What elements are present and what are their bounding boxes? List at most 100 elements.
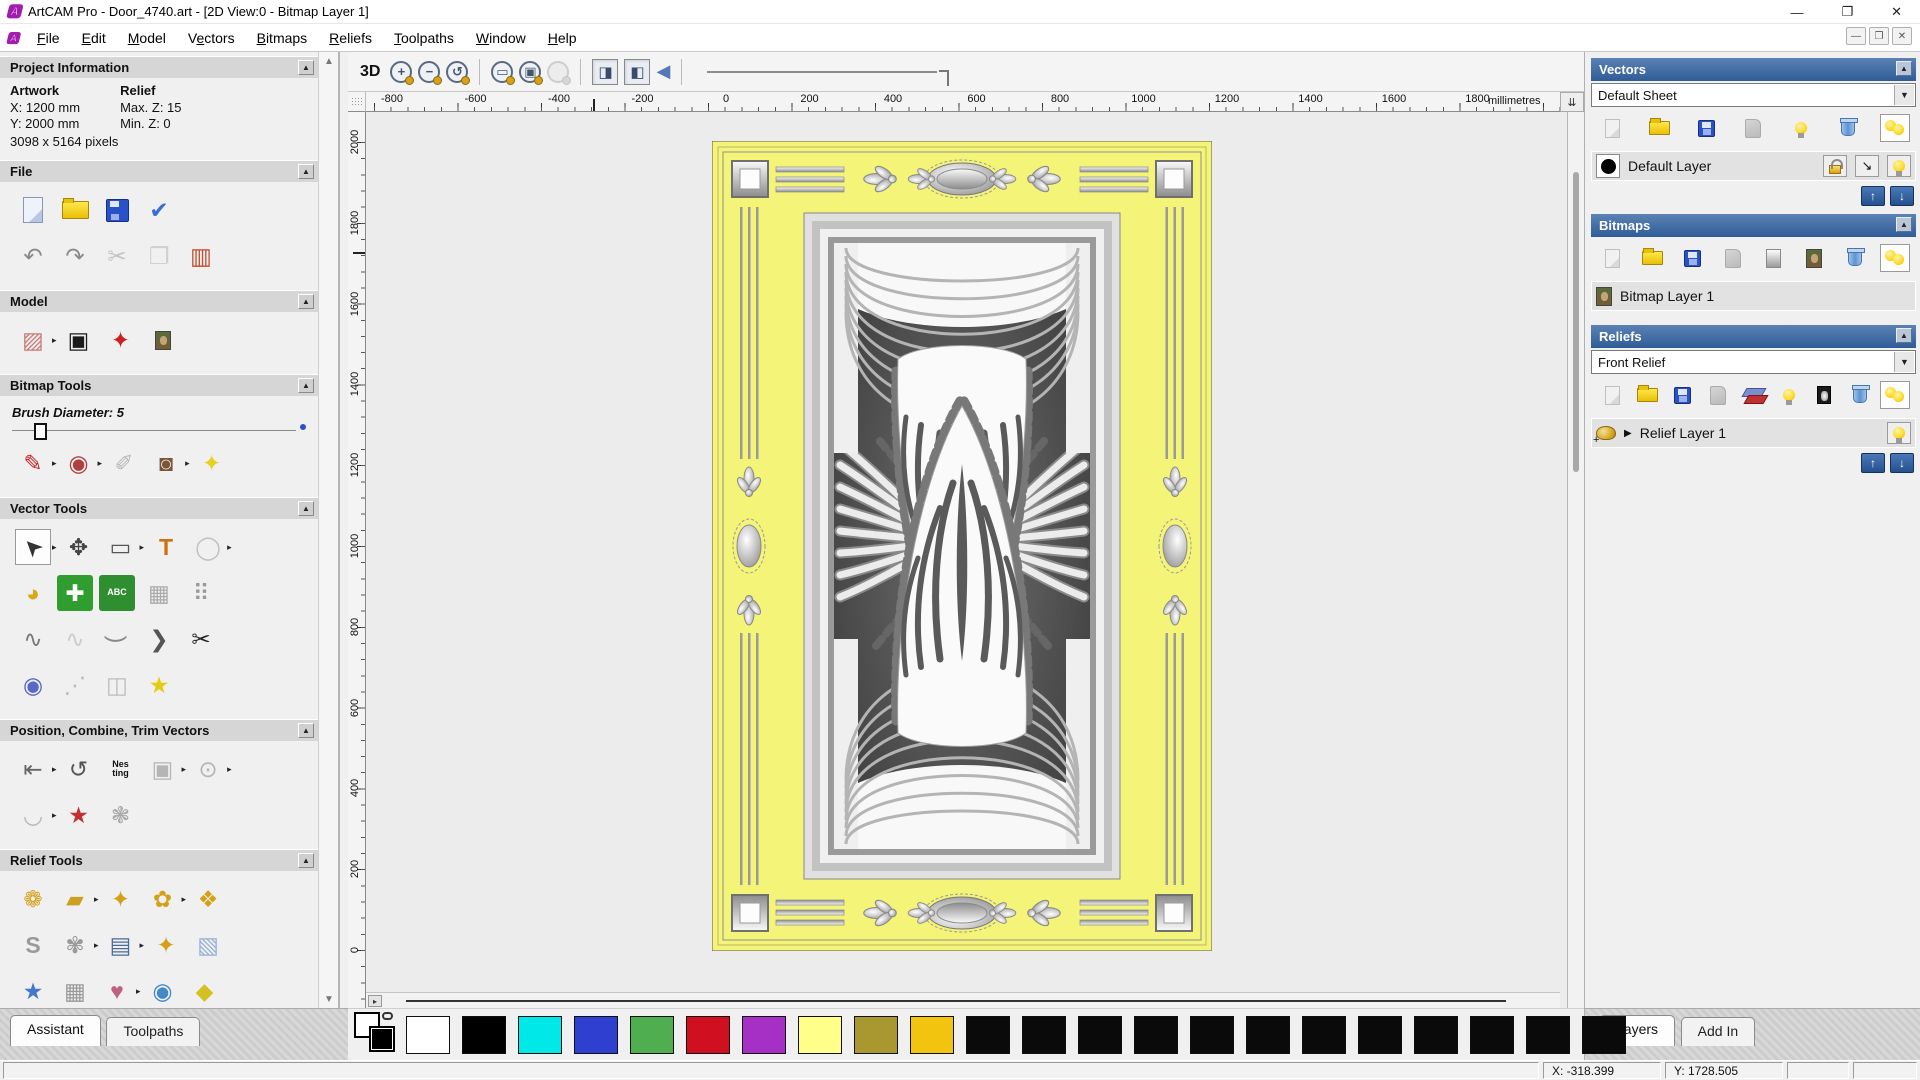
vector-layer-row[interactable]: Default Layer ↘ [1591,151,1916,181]
relief-visibility-icon[interactable] [1774,381,1804,409]
snap-icon[interactable]: ↘ [1855,155,1879,177]
copy-icon[interactable]: ❐ [141,238,177,274]
colour-swatch[interactable] [462,1015,506,1054]
restore-button[interactable]: ❐ [1841,4,1853,20]
switch-3d-view-button[interactable]: 3D [356,61,384,83]
mirror-vectors-icon[interactable]: ◫ [99,667,135,703]
petal-icon[interactable]: ♥ [99,973,135,1008]
colour-swatch[interactable] [1022,1015,1066,1054]
create-rectangle-icon[interactable]: ▭ [103,529,139,565]
new-vector-layer-icon[interactable] [1597,114,1627,142]
colour-swatch[interactable] [798,1015,842,1054]
zoom-in-icon[interactable]: + [390,60,415,85]
primary-secondary-colour-indicator[interactable] [354,1011,406,1058]
relief-layer-row[interactable]: ▶ Relief Layer 1 [1591,418,1916,448]
weave-wizard-icon[interactable]: ✾ [57,927,93,963]
collapse-section-icon[interactable]: ▲ [298,164,314,179]
save-bitmap-layer-icon[interactable] [1678,244,1708,272]
cut-icon[interactable]: ✂ [99,238,135,274]
select-vectors-icon[interactable]: ➤ [15,529,51,565]
menu-bitmaps[interactable]: Bitmaps [246,26,319,50]
zoom-out-icon[interactable]: − [418,60,443,85]
merge-relief-layer-icon[interactable] [1703,381,1733,409]
fit-curve-icon[interactable]: ◉ [15,667,51,703]
colour-swatch[interactable] [1526,1015,1570,1054]
expand-icon[interactable]: ▶ [1624,428,1632,439]
collapse-section-icon[interactable]: ▲ [298,294,314,309]
create-ellipse-icon[interactable]: ◯ [190,529,226,565]
zoom-rect-icon[interactable]: ▭ [491,60,516,85]
vector-sheet-select[interactable]: Default Sheet ▼ [1591,83,1916,107]
new-bitmap-layer-icon[interactable] [1597,244,1627,272]
open-model-icon[interactable] [57,192,93,228]
new-model-icon[interactable] [15,192,51,228]
menu-reliefs[interactable]: Reliefs [318,26,383,50]
measure-icon[interactable]: ◕ [15,575,51,611]
mesh-icon[interactable]: ▦ [141,575,177,611]
save-vector-layer-icon[interactable] [1691,114,1721,142]
collapse-section-icon[interactable]: ▲ [298,501,314,516]
scroll-left-icon[interactable]: ▸ [368,995,382,1007]
flyout-arrow-icon[interactable]: ▸ [227,542,232,553]
colour-swatch[interactable] [854,1015,898,1054]
create-star-icon[interactable]: ★ [141,667,177,703]
scroll-up-icon[interactable]: ▲ [321,52,337,70]
nesting-icon[interactable]: Nes ting [103,751,139,787]
flyout-arrow-icon[interactable]: ▸ [94,940,99,951]
collapse-section-icon[interactable]: ▲ [298,853,314,868]
toggle-visibility-icon[interactable] [1786,114,1816,142]
colour-swatch[interactable] [574,1015,618,1054]
tab-assistant[interactable]: Assistant [10,1015,101,1046]
flyout-arrow-icon[interactable]: ▸ [136,986,141,997]
flyout-arrow-icon[interactable]: ▸ [52,335,57,346]
move-relief-up-button[interactable]: ↑ [1861,453,1885,473]
colour-swatch[interactable] [1190,1015,1234,1054]
flyout-arrow-icon[interactable]: ▸ [98,458,103,469]
bitmap-preview-icon[interactable] [1799,244,1829,272]
colour-swatch[interactable] [1582,1015,1626,1054]
colour-swatch[interactable] [910,1015,954,1054]
sketch-model-icon[interactable]: ▨ [15,322,51,358]
free-sketch-icon[interactable]: ∿ [57,621,93,657]
basket-weave-icon[interactable]: ▦ [57,973,93,1008]
colour-swatch[interactable] [518,1015,562,1054]
dome-relief-icon[interactable]: ◉ [145,973,181,1008]
delete-bitmap-layer-icon[interactable] [1840,244,1870,272]
move-layer-up-button[interactable]: ↑ [1861,186,1885,206]
move-layer-down-button[interactable]: ↓ [1890,186,1914,206]
transform-vectors-icon[interactable]: ✥ [61,529,97,565]
flyout-arrow-icon[interactable]: ▸ [182,764,187,775]
brush-diameter-slider[interactable] [12,422,306,440]
menu-window[interactable]: Window [465,26,537,50]
menu-file[interactable]: File [26,26,71,50]
save-relief-layer-icon[interactable] [1668,381,1698,409]
flyout-arrow-icon[interactable]: ▸ [140,542,145,553]
menu-vectors[interactable]: Vectors [177,26,246,50]
bitmap-layer-row[interactable]: Bitmap Layer 1 [1591,281,1916,311]
facet-icon[interactable]: ◆ [187,973,223,1008]
child-close-button[interactable]: ✕ [1892,27,1912,45]
offset-vector-icon[interactable]: ❯ [141,621,177,657]
child-minimize-button[interactable]: — [1846,27,1866,45]
canvas-vertical-scrollbar[interactable] [1567,112,1584,1037]
colour-swatch[interactable] [1134,1015,1178,1054]
toggle-assistant-page-button[interactable]: ◨ [592,58,619,85]
open-relief-layer-icon[interactable] [1632,381,1662,409]
chevron-down-icon[interactable]: ▼ [1894,85,1914,105]
menu-model[interactable]: Model [117,26,177,50]
paint-icon[interactable]: ✎ [15,445,51,481]
colour-swatch[interactable] [406,1015,450,1054]
scroll-down-icon[interactable]: ▼ [321,990,337,1008]
colour-swatch[interactable] [1470,1015,1514,1054]
zoom-object-icon[interactable]: ▣ [519,60,544,85]
distort-vectors-icon[interactable]: ★ [61,797,97,833]
move-relief-down-button[interactable]: ↓ [1890,453,1914,473]
greyscale-model-icon[interactable]: ▣ [61,322,97,358]
link-colours-icon[interactable] [382,1011,393,1020]
interlock-icon[interactable]: ❃ [103,797,139,833]
text-on-curve-icon[interactable]: ↺ [61,751,97,787]
greyscale-relief-icon[interactable] [1809,381,1839,409]
tab-toolpaths[interactable]: Toolpaths [106,1017,201,1046]
star-relief-icon[interactable]: ★ [15,973,51,1008]
collapse-reliefs-icon[interactable]: ▲ [1896,328,1912,343]
